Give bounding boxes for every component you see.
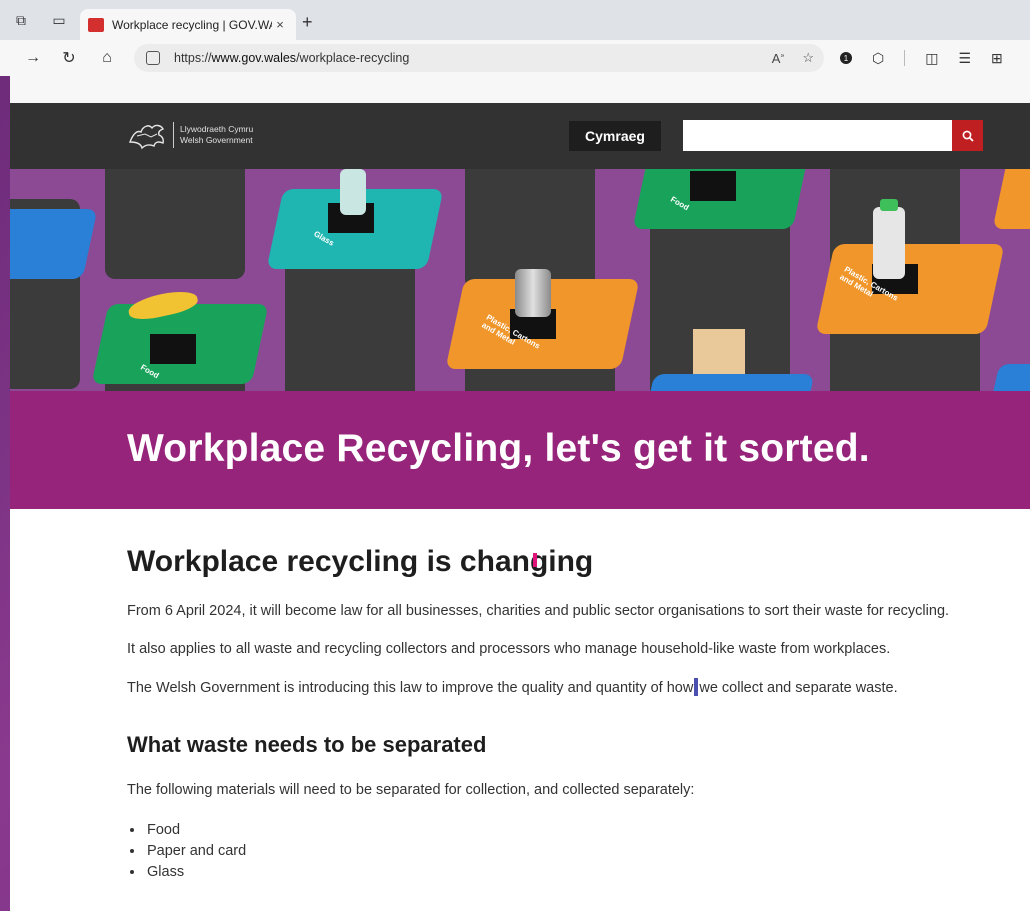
page-banner: Workplace Recycling, let's get it sorted… [10, 391, 1030, 509]
materials-intro: The following materials will need to be … [127, 782, 695, 798]
address-bar[interactable]: https://www.gov.wales/workplace-recyclin… [134, 44, 824, 72]
scope-paragraph: It also applies to all waste and recycli… [127, 641, 891, 657]
language-toggle-button[interactable]: Cymraeg [569, 121, 661, 151]
plastic-bottle-icon [873, 207, 905, 279]
tab-title: Workplace recycling | GOV.WALE [112, 17, 272, 32]
glass-bottle-icon [340, 169, 366, 215]
blue-lid-edge [990, 364, 1030, 391]
read-aloud-icon[interactable]: A» [772, 51, 785, 66]
url-text[interactable]: https://www.gov.wales/workplace-recyclin… [174, 51, 812, 65]
logo-welsh-name: Llywodraeth Cymru [180, 124, 254, 134]
new-tab-icon[interactable]: + [302, 12, 313, 33]
orange-lid-edge [992, 169, 1030, 229]
site-search-input[interactable] [683, 120, 953, 151]
split-screen-icon[interactable]: ◫ [925, 50, 938, 67]
intro-paragraph: From 6 April 2024, it will become law fo… [127, 603, 950, 619]
food-bin-opening [690, 171, 736, 201]
forward-icon[interactable]: → [16, 43, 50, 73]
bottle-cap-icon [880, 199, 898, 211]
welsh-dragon-icon [127, 120, 167, 150]
refresh-icon[interactable]: ↻ [52, 43, 86, 73]
browser-tab-bar: ⧉ ▭ Workplace recycling | GOV.WALE × + [0, 0, 1030, 40]
home-icon[interactable]: ⌂ [90, 43, 124, 73]
close-tab-icon[interactable]: × [272, 17, 288, 32]
purpose-paragraph: The Welsh Government is introducing this… [127, 678, 898, 696]
logo-english-name: Welsh Government [180, 135, 253, 145]
extension-badge-icon[interactable]: 1 [840, 52, 852, 64]
favorite-star-icon[interactable]: ☆ [802, 50, 814, 66]
browser-tab[interactable]: Workplace recycling | GOV.WALE × [80, 9, 296, 40]
workspaces-icon[interactable]: ⧉ [8, 7, 34, 33]
site-info-icon[interactable] [146, 51, 160, 65]
logo-divider [173, 122, 174, 148]
section-heading: What waste needs to be separated [127, 732, 487, 757]
site-header: Llywodraeth Cymru Welsh Government Cymra… [10, 103, 1030, 169]
browser-toolbar: → ↻ ⌂ https://www.gov.wales/workplace-re… [0, 40, 1030, 76]
text-cursor-marker [533, 553, 537, 567]
blue-bin-lid [10, 209, 98, 279]
page-heading: Workplace recycling is changing [127, 545, 594, 578]
search-icon [962, 130, 974, 142]
blue-bin-lid-lower [645, 374, 815, 391]
list-item: Paper and card [145, 841, 1030, 862]
welsh-government-logo[interactable]: Llywodraeth Cymru Welsh Government [127, 120, 253, 150]
favorites-icon[interactable]: ☰ [958, 50, 971, 67]
list-item: Glass [145, 862, 1030, 883]
materials-list: Food Paper and card Glass [145, 820, 1030, 883]
text-caret [694, 678, 699, 696]
tab-actions-icon[interactable]: ▭ [46, 7, 72, 33]
tin-can-icon [515, 269, 551, 317]
browser-content-top [10, 76, 1030, 103]
web-page: Llywodraeth Cymru Welsh Government Cymra… [10, 103, 1030, 911]
list-item: Food [145, 820, 1030, 841]
banner-title: Workplace Recycling, let's get it sorted… [127, 427, 870, 470]
main-content: Workplace recycling is changing From 6 A… [10, 545, 1030, 883]
extensions-icon[interactable]: ⬡ [872, 50, 884, 67]
dark-bin [105, 169, 245, 279]
gov-wales-favicon-icon [88, 17, 104, 32]
toolbar-separator [904, 50, 906, 66]
hero-recycling-bins-image: Glass Food Food Plastic, Cartons and Met… [10, 169, 1030, 391]
collections-icon[interactable]: ⊞ [991, 50, 1003, 67]
search-button[interactable] [952, 120, 983, 151]
food-bin-lower-opening [150, 334, 196, 364]
